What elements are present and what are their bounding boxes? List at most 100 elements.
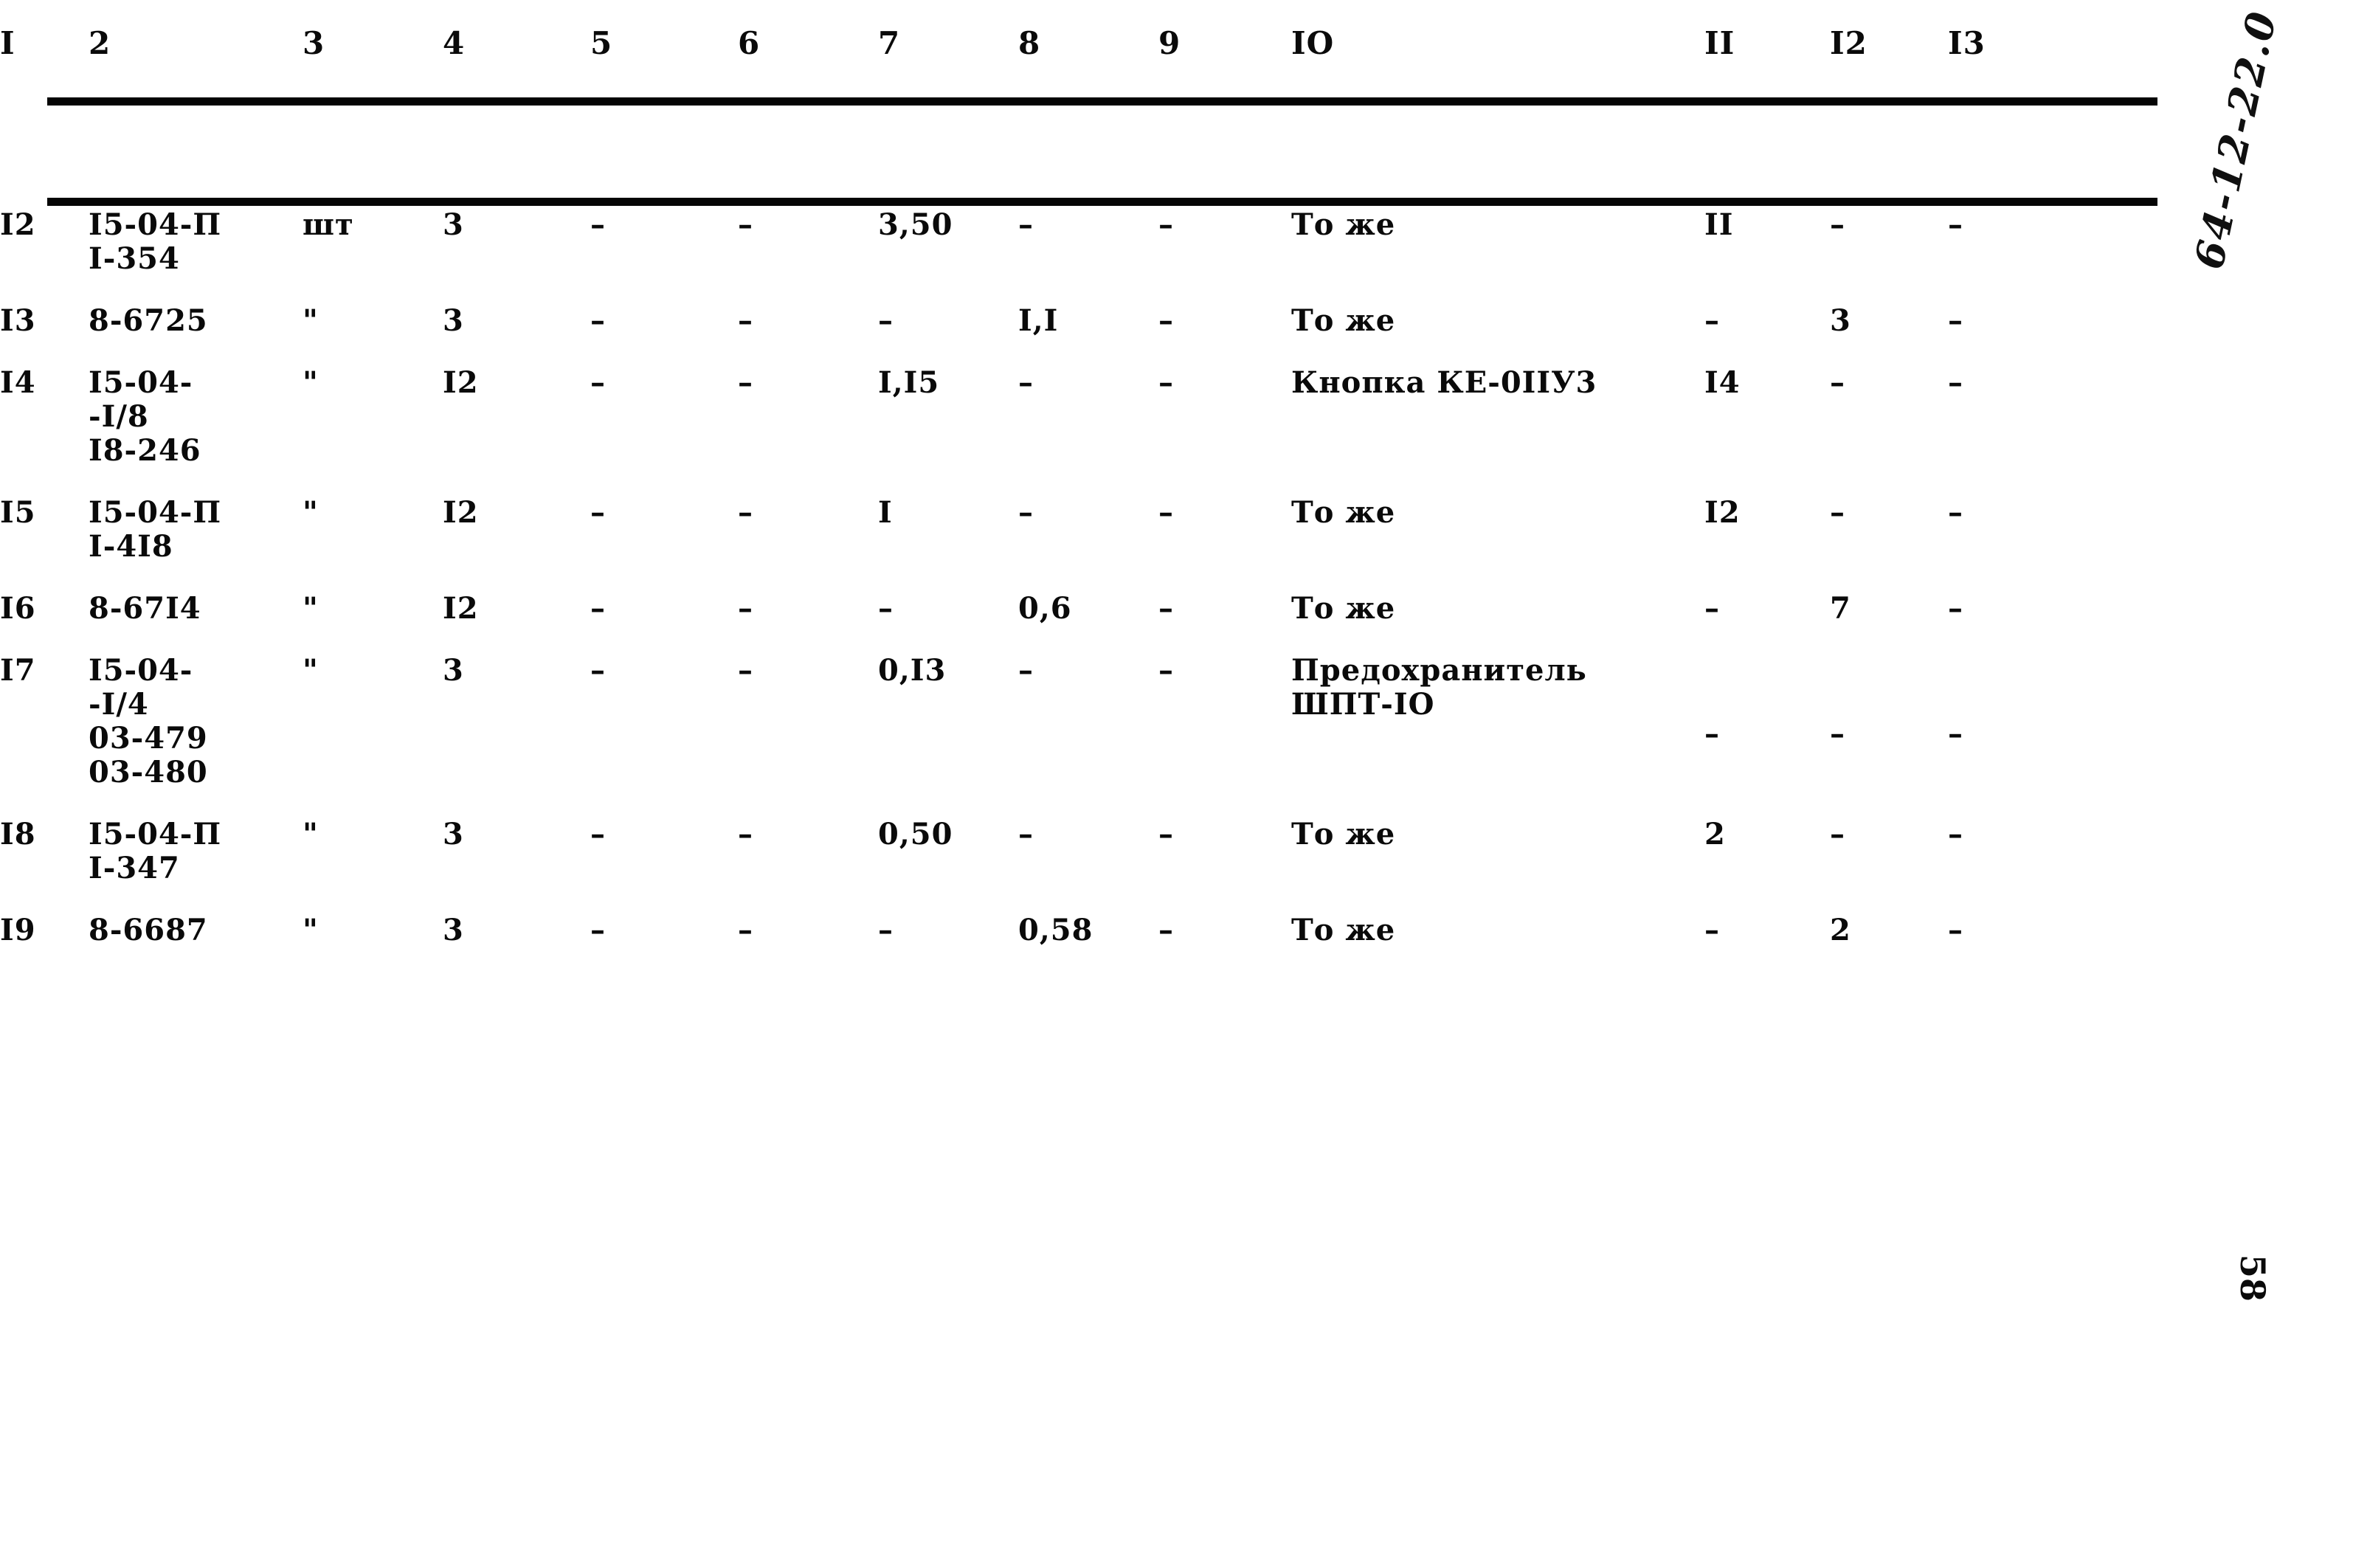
value-text: 2 (1830, 913, 1851, 947)
value-text: – (1704, 303, 1720, 338)
cell-note: То же (1291, 804, 1704, 899)
cell-quantity: I2 (443, 365, 479, 400)
value-text: I2 (1704, 495, 1741, 530)
cell-designation: I5-04- -I/4 03-479 03-480 (89, 640, 303, 804)
cell-value-12: 3 (1830, 290, 1948, 352)
cell-value-7: 3,50 (878, 207, 953, 242)
cell-value-8: – (1018, 495, 1034, 530)
cell-value-11: – (1704, 899, 1830, 961)
value-text: 3 (1830, 303, 1851, 338)
value-text: – (1948, 303, 1963, 338)
designation-line: 8-6725 (89, 303, 208, 338)
cell-unit: " (303, 365, 319, 400)
column-header-13: I3 (1948, 25, 1986, 61)
value-text: – (1704, 716, 1720, 751)
cell-value-11: – (1704, 578, 1830, 640)
cell-designation: 8-6725 (89, 290, 303, 352)
row-spacer (2081, 640, 2353, 804)
cell-value-5: – (590, 591, 606, 626)
column-header-9: 9 (1158, 25, 1181, 61)
cell-value-11: I2 (1704, 482, 1830, 578)
designation-line: I5-04-П (89, 817, 222, 852)
note-line: То же (1291, 207, 1396, 242)
cell-unit: " (303, 495, 319, 530)
value-text: – (1830, 495, 1845, 530)
value-text: II (1704, 207, 1734, 242)
cell-value-12: – (1830, 482, 1948, 578)
column-header-10: IO (1291, 25, 1335, 61)
column-header-4: 4 (443, 25, 466, 61)
designation-line: 03-480 (89, 755, 208, 790)
cell-value-9: – (1158, 303, 1174, 338)
cell-value-7: – (878, 913, 894, 947)
cell-value-7: 0,I3 (878, 653, 947, 688)
cell-value-6: – (738, 817, 753, 852)
cell-value-6: – (738, 913, 753, 947)
cell-quantity: 3 (443, 817, 464, 852)
cell-value-7: I (878, 495, 893, 530)
row-spacer (2081, 899, 2353, 961)
note-line: То же (1291, 913, 1396, 947)
cell-value-12: – (1830, 640, 1948, 804)
column-header-11: II (1704, 25, 1735, 61)
cell-value-5: – (590, 817, 606, 852)
value-text: 2 (1704, 817, 1726, 852)
cell-value-11: – (1704, 640, 1830, 804)
cell-value-13: – (1948, 804, 2081, 899)
designation-line: I5-04- (89, 653, 193, 688)
cell-value-8: I,I (1018, 303, 1059, 338)
table-row: I6 8-67I4 " I2 – – – 0,6 – То же – 7 – (0, 578, 2353, 640)
cell-value-8: – (1018, 817, 1034, 852)
column-header-7: 7 (878, 25, 901, 61)
cell-item-number: I6 (0, 591, 36, 626)
cell-designation: I5-04-П I-4I8 (89, 482, 303, 578)
value-text: – (1830, 207, 1845, 242)
cell-value-12: – (1830, 352, 1948, 482)
cell-note: Предохранитель ШПТ-IO (1291, 640, 1704, 804)
cell-note: То же (1291, 578, 1704, 640)
column-header-8: 8 (1018, 25, 1041, 61)
designation-line: 03-479 (89, 721, 208, 756)
cell-unit: " (303, 913, 319, 947)
row-spacer (2081, 578, 2353, 640)
value-text: – (1948, 716, 1963, 751)
cell-value-12: 7 (1830, 578, 1948, 640)
header-gap-cell (0, 120, 2353, 194)
designation-line: 8-67I4 (89, 591, 201, 626)
cell-value-13: – (1948, 482, 2081, 578)
row-spacer (2081, 482, 2353, 578)
cell-item-number: I7 (0, 653, 36, 688)
cell-value-13: – (1948, 640, 2081, 804)
designation-line: -I/8 (89, 399, 149, 434)
cell-value-11: II (1704, 194, 1830, 290)
designation-line: I-4I8 (89, 529, 173, 564)
cell-value-9: – (1158, 495, 1174, 530)
cell-value-7: 0,50 (878, 817, 953, 852)
cell-value-13: – (1948, 352, 2081, 482)
cell-designation: 8-6687 (89, 899, 303, 961)
cell-item-number: I3 (0, 303, 36, 338)
value-text: – (1830, 365, 1845, 400)
cell-note: То же (1291, 899, 1704, 961)
cell-designation: I5-04-П I-354 (89, 194, 303, 290)
designation-line: 8-6687 (89, 913, 208, 947)
column-header-6: 6 (738, 25, 761, 61)
value-text: – (1948, 591, 1963, 626)
cell-value-7: I,I5 (878, 365, 940, 400)
column-header-2: 2 (89, 25, 111, 61)
cell-value-9: – (1158, 653, 1174, 688)
designation-line: I8-246 (89, 433, 201, 468)
cell-value-7: – (878, 591, 894, 626)
cell-value-5: – (590, 207, 606, 242)
cell-value-13: – (1948, 578, 2081, 640)
cell-quantity: 3 (443, 653, 464, 688)
cell-value-8: – (1018, 365, 1034, 400)
cell-value-9: – (1158, 365, 1174, 400)
cell-value-12: – (1830, 804, 1948, 899)
note-line: ШПТ-IO (1291, 687, 1435, 722)
cell-unit: " (303, 653, 319, 688)
cell-note: То же (1291, 194, 1704, 290)
cell-item-number: I5 (0, 495, 36, 530)
table-row: I7 I5-04- -I/4 03-479 03-480 " 3– –0,I3– – Предох… (0, 640, 2353, 804)
column-header-12: I2 (1830, 25, 1867, 61)
